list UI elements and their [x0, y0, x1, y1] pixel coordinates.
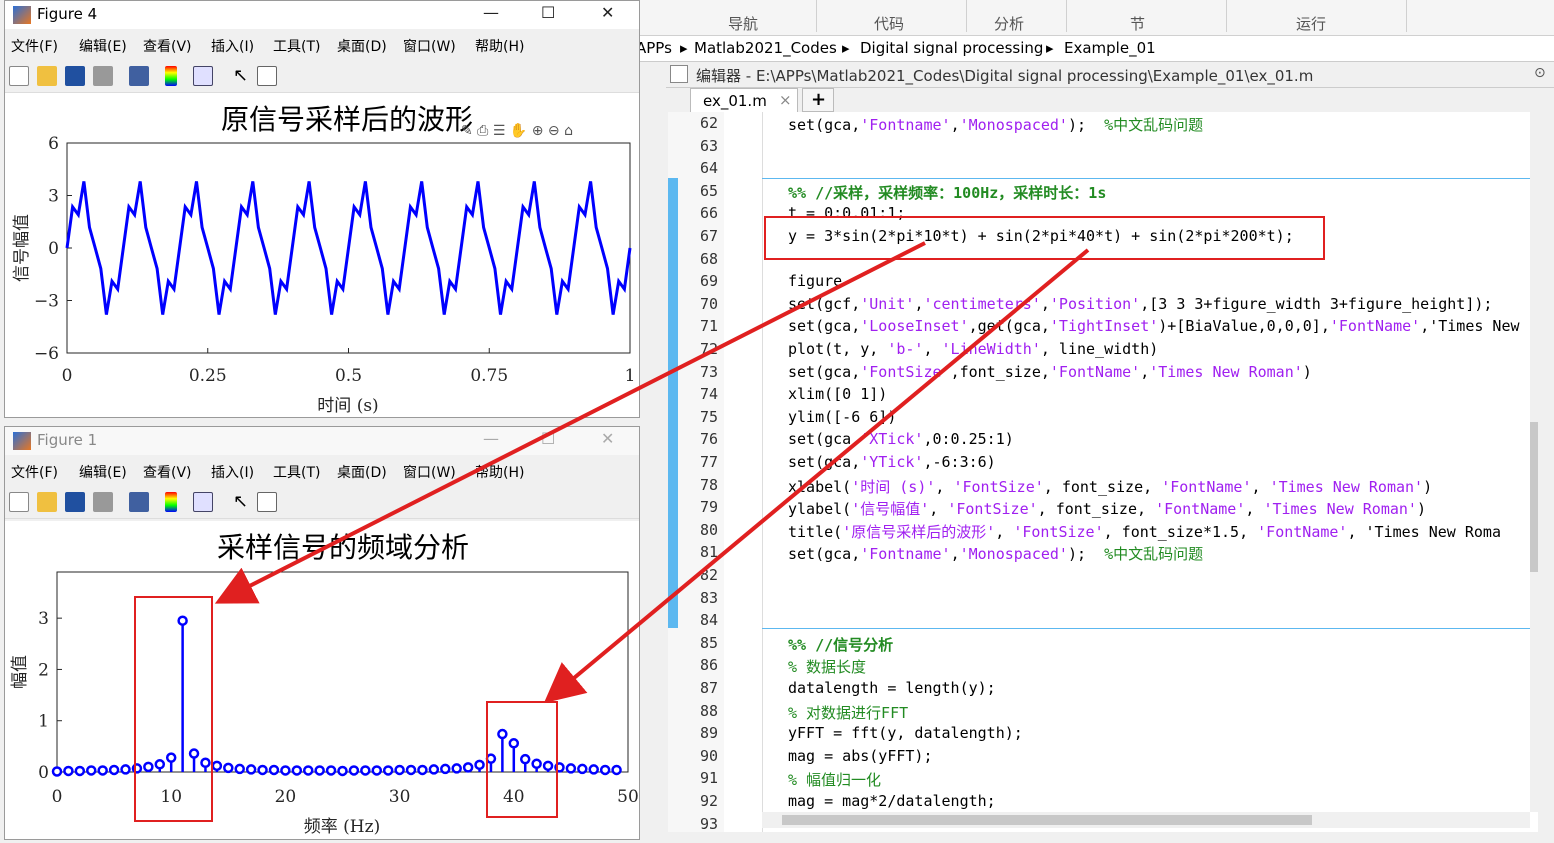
annotation-overlay	[134, 241, 1090, 822]
arrow-to-10hz	[214, 241, 926, 604]
peak-10hz-box	[134, 596, 213, 822]
peak-40hz-box	[486, 701, 558, 818]
arrow-to-40hz	[543, 248, 1090, 704]
